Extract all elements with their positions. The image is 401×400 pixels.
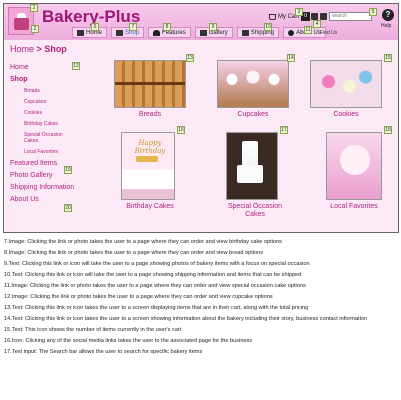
birthday-cake-photo[interactable]: Happy Birthday bbox=[121, 132, 175, 200]
callout-16: 16 bbox=[177, 126, 185, 134]
facebook-icon[interactable] bbox=[311, 13, 318, 20]
callout-18: 18 bbox=[384, 126, 392, 134]
help-label: Help bbox=[381, 23, 392, 29]
sidebar-item-shop[interactable]: Shop bbox=[10, 76, 76, 84]
cart-icon bbox=[269, 13, 276, 20]
local-favorites-photo[interactable] bbox=[326, 132, 382, 200]
callout-10: 10 bbox=[264, 23, 272, 31]
sidebar-item-home[interactable]: Home bbox=[10, 64, 76, 72]
callout-3: 3 bbox=[295, 8, 303, 16]
sidebar-item-shipping[interactable]: Shipping Information bbox=[10, 184, 76, 192]
product-label-breads[interactable]: Breads bbox=[114, 111, 186, 118]
callout-20: 20 bbox=[64, 204, 72, 212]
description-item: 14.Text: Clicking this link or icon take… bbox=[4, 316, 368, 322]
callout-6: 6 bbox=[91, 23, 99, 31]
description-item: 9.Text: Clicking this link or icon will … bbox=[4, 261, 310, 267]
breadcrumb-separator: > bbox=[36, 44, 42, 54]
nav-home[interactable]: Home bbox=[72, 27, 108, 38]
logo-cake-icon bbox=[14, 18, 29, 30]
twitter-icon[interactable] bbox=[320, 13, 327, 20]
shop-icon bbox=[116, 29, 124, 36]
callout-4: 4 bbox=[313, 20, 321, 28]
product-label-cupcakes[interactable]: Cupcakes bbox=[217, 111, 289, 118]
site-header: Bakery-Plus My Cart 0 search ? Help Home… bbox=[4, 4, 398, 40]
cart-link[interactable]: My Cart 0 bbox=[269, 12, 310, 21]
product-local-favorites[interactable]: Local Favorites bbox=[326, 132, 382, 210]
callout-1: 1 bbox=[30, 4, 38, 12]
social-links bbox=[311, 13, 327, 20]
product-label-special[interactable]: Special Occasion Cakes bbox=[226, 203, 284, 219]
callout-15: 15 bbox=[384, 54, 392, 62]
nav-shop[interactable]: Shop bbox=[111, 27, 145, 38]
product-label-local[interactable]: Local Favorites bbox=[326, 203, 382, 210]
callout-7: 7 bbox=[129, 23, 137, 31]
annotation-descriptions: 7.Image: Clicking the link or photo take… bbox=[4, 238, 400, 359]
description-item: 16.Icon: Clicking any of the social medi… bbox=[4, 338, 253, 344]
product-birthday-cakes[interactable]: Happy Birthday Birthday Cakes bbox=[121, 132, 179, 210]
description-item: 17.Text input: The Search bar allows the… bbox=[4, 349, 203, 355]
bakery-mockup: Bakery-Plus My Cart 0 search ? Help Home… bbox=[3, 3, 399, 233]
product-breads[interactable]: Breads bbox=[114, 60, 186, 118]
breadcrumb-home[interactable]: Home bbox=[10, 44, 34, 54]
description-item: 10.Text: Clicking this link or icon will… bbox=[4, 272, 302, 278]
gallery-icon bbox=[199, 29, 207, 36]
description-item: 11.Image: Clicking the link or photo tak… bbox=[4, 283, 306, 289]
callout-14: 14 bbox=[287, 54, 295, 62]
sidebar-sub-birthday[interactable]: Birthday Cakes bbox=[24, 121, 76, 127]
annotated-wireframe: Bakery-Plus My Cart 0 search ? Help Home… bbox=[0, 0, 401, 400]
wedding-cake-photo[interactable] bbox=[226, 132, 278, 200]
breadcrumb: Home > Shop bbox=[10, 44, 67, 54]
sidebar-sub-cupcakes[interactable]: Cupcakes bbox=[24, 99, 76, 105]
sidebar-sub-cookies[interactable]: Cookies bbox=[24, 110, 76, 116]
breads-photo[interactable] bbox=[114, 60, 186, 108]
product-special-occasion[interactable]: Special Occasion Cakes bbox=[226, 132, 284, 219]
heart-icon bbox=[153, 29, 161, 36]
product-label-cookies[interactable]: Cookies bbox=[310, 111, 382, 118]
sidebar-sub-special[interactable]: Special Occasion Cakes bbox=[24, 132, 76, 144]
home-icon bbox=[77, 29, 84, 36]
callout-2: 2 bbox=[31, 25, 39, 33]
callout-12: 12 bbox=[72, 62, 80, 70]
description-item: 7.Image: Clicking the link or photo take… bbox=[4, 239, 282, 245]
product-cupcakes[interactable]: Cupcakes bbox=[217, 60, 289, 118]
sidebar-item-about[interactable]: About Us bbox=[10, 196, 76, 204]
sidebar-nav: Home Shop Breads Cupcakes Cookies Birthd… bbox=[10, 64, 76, 208]
description-item: 13.Text: Clicking this link or icon take… bbox=[4, 305, 309, 311]
callout-11: 11 bbox=[304, 26, 312, 34]
find-us-label[interactable]: Find Us bbox=[320, 30, 337, 36]
product-cookies[interactable]: Cookies bbox=[310, 60, 382, 118]
cupcakes-photo[interactable] bbox=[217, 60, 289, 108]
product-label-birthday[interactable]: Birthday Cakes bbox=[121, 203, 179, 210]
truck-icon bbox=[241, 29, 249, 36]
callout-8: 8 bbox=[163, 23, 171, 31]
description-item: 8.Image: Clicking the link or photo take… bbox=[4, 250, 264, 256]
nav-shipping[interactable]: Shipping bbox=[236, 27, 280, 38]
help-icon[interactable]: ? bbox=[382, 9, 394, 21]
sidebar-sub-local[interactable]: Local Favorites bbox=[24, 149, 76, 155]
callout-9: 9 bbox=[209, 23, 217, 31]
breadcrumb-current: Shop bbox=[44, 44, 67, 54]
description-item: 15.Text: This icon shows the number of i… bbox=[4, 327, 182, 333]
search-input[interactable]: search bbox=[329, 12, 372, 21]
main-nav: Home Shop Features Gallery Shipping Abou… bbox=[72, 27, 326, 38]
sidebar-sub-breads[interactable]: Breads bbox=[24, 88, 76, 94]
cookies-photo[interactable] bbox=[310, 60, 382, 108]
callout-17: 17 bbox=[280, 126, 288, 134]
cake-topper-text: Happy Birthday bbox=[134, 139, 166, 155]
callout-13: 13 bbox=[186, 54, 194, 62]
description-item: 12.Image: Clicking the link or photo tak… bbox=[4, 294, 273, 300]
callout-5: 5 bbox=[369, 8, 377, 16]
callout-19: 19 bbox=[64, 166, 72, 174]
info-icon bbox=[288, 29, 295, 36]
